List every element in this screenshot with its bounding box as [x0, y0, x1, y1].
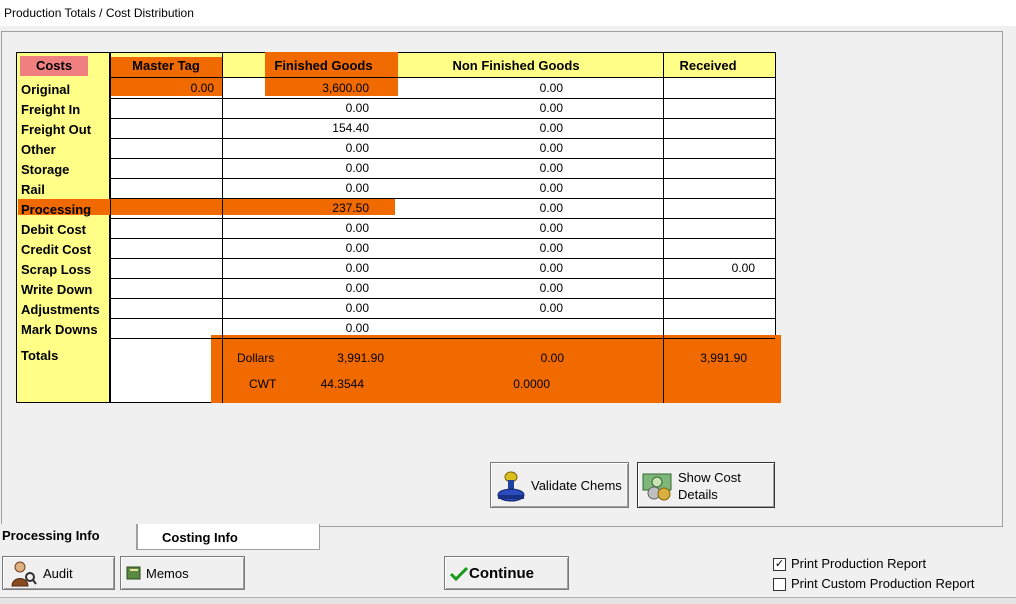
finished-goods-cell: 0.00: [345, 141, 369, 155]
row-divider: [110, 298, 775, 299]
row-divider: [110, 178, 775, 179]
costs-header-label: Costs: [35, 58, 73, 73]
highlight-totals: [211, 335, 781, 403]
row-divider: [110, 258, 775, 259]
finished-goods-cell: 0.00: [345, 241, 369, 255]
non-finished-goods-cell: 0.00: [539, 241, 563, 255]
row-divider: [110, 238, 775, 239]
show-cost-details-label-line1: Show Cost: [678, 470, 741, 485]
finished-goods-cell: 0.00: [345, 181, 369, 195]
row-divider: [110, 98, 775, 99]
row-divider: [110, 318, 775, 319]
finished-goods-cell: 0.00: [345, 221, 369, 235]
row-divider: [110, 278, 775, 279]
row-label: Write Down: [21, 282, 93, 297]
row-divider: [110, 118, 775, 119]
memo-book-icon: [126, 566, 142, 583]
memos-label: Memos: [146, 566, 189, 581]
memos-button[interactable]: Memos: [120, 556, 245, 590]
non-finished-goods-cell: 0.00: [539, 221, 563, 235]
finished-goods-cell: 0.00: [345, 101, 369, 115]
finished-goods-cell: 0.00: [345, 281, 369, 295]
continue-button[interactable]: Continue: [444, 556, 569, 590]
finished-goods-cell: 0.00: [345, 301, 369, 315]
row-label: Other: [21, 142, 56, 157]
dollars-label: Dollars: [237, 351, 275, 365]
received-header: Received: [679, 58, 737, 73]
row-label: Credit Cost: [21, 242, 92, 257]
finished-goods-cell: 0.00: [345, 161, 369, 175]
audit-button[interactable]: Audit: [2, 556, 115, 590]
dollars-non-finished-goods: 0.00: [540, 351, 564, 365]
finished-goods-cell: 0.00: [345, 261, 369, 275]
non-finished-goods-header: Non Finished Goods: [452, 58, 580, 73]
person-icon: [9, 560, 37, 591]
row-label: Freight In: [21, 102, 81, 117]
finished-goods-cell: 0.00: [345, 321, 369, 335]
checkmark-icon: [449, 566, 469, 584]
print-custom-production-report-label: Print Custom Production Report: [791, 576, 975, 591]
row-label: Freight Out: [21, 122, 92, 137]
cwt-non-finished-goods: 0.0000: [513, 377, 550, 391]
audit-label: Audit: [43, 566, 73, 581]
print-production-report-checkbox[interactable]: ✓: [773, 558, 786, 571]
validate-chems-label: Validate Chems: [531, 478, 622, 493]
column-divider: [110, 52, 111, 403]
tab-costing-info[interactable]: Costing Info: [137, 524, 320, 550]
cwt-finished-goods: 44.3544: [320, 377, 364, 391]
tab-processing-info-label: Processing Info: [2, 528, 100, 543]
row-label: Storage: [21, 162, 70, 177]
master-tag-header: Master Tag: [132, 58, 200, 73]
row-label: Processing: [21, 202, 92, 217]
master-tag-cell: 0.00: [190, 81, 214, 95]
received-cell: 0.00: [731, 261, 755, 275]
non-finished-goods-cell: 0.00: [539, 121, 563, 135]
non-finished-goods-cell: 0.00: [539, 81, 563, 95]
finished-goods-cell: 3,600.00: [322, 81, 369, 95]
title-bar: Production Totals / Cost Distribution: [0, 0, 1016, 26]
finished-goods-header: Finished Goods: [274, 58, 373, 73]
finished-goods-cell: 154.40: [332, 121, 369, 135]
finished-goods-cell: 237.50: [332, 201, 369, 215]
dollars-received: 3,991.90: [700, 351, 747, 365]
dollars-finished-goods: 3,991.90: [337, 351, 384, 365]
money-icon: [642, 471, 674, 501]
row-divider: [110, 338, 775, 339]
continue-label: Continue: [469, 565, 534, 582]
non-finished-goods-cell: 0.00: [539, 261, 563, 275]
show-cost-details-button[interactable]: Show Cost Details: [637, 462, 775, 508]
column-divider: [222, 52, 223, 403]
tab-costing-info-label: Costing Info: [162, 530, 238, 545]
non-finished-goods-cell: 0.00: [539, 281, 563, 295]
validate-chems-button[interactable]: Validate Chems: [490, 462, 629, 508]
row-label: Rail: [21, 182, 45, 197]
window-title: Production Totals / Cost Distribution: [4, 6, 194, 20]
row-divider: [110, 138, 775, 139]
non-finished-goods-cell: 0.00: [539, 301, 563, 315]
non-finished-goods-cell: 0.00: [539, 161, 563, 175]
tab-processing-info[interactable]: Processing Info: [0, 524, 137, 550]
row-label: Adjustments: [21, 302, 100, 317]
row-label: Mark Downs: [21, 322, 98, 337]
row-label: Scrap Loss: [21, 262, 92, 277]
show-cost-details-label-line2: Details: [678, 487, 718, 502]
row-label: Debit Cost: [21, 222, 86, 237]
row-divider: [110, 158, 775, 159]
header-divider: [110, 77, 775, 78]
row-divider: [110, 218, 775, 219]
non-finished-goods-cell: 0.00: [539, 201, 563, 215]
cwt-label: CWT: [249, 377, 277, 391]
non-finished-goods-cell: 0.00: [539, 101, 563, 115]
totals-label: Totals: [21, 348, 59, 363]
row-divider: [110, 198, 775, 199]
stamp-icon: [496, 469, 526, 503]
print-production-report-label: Print Production Report: [791, 556, 927, 571]
non-finished-goods-cell: 0.00: [539, 181, 563, 195]
row-label: Original: [21, 82, 71, 97]
non-finished-goods-cell: 0.00: [539, 141, 563, 155]
print-custom-production-report-checkbox[interactable]: [773, 578, 786, 591]
